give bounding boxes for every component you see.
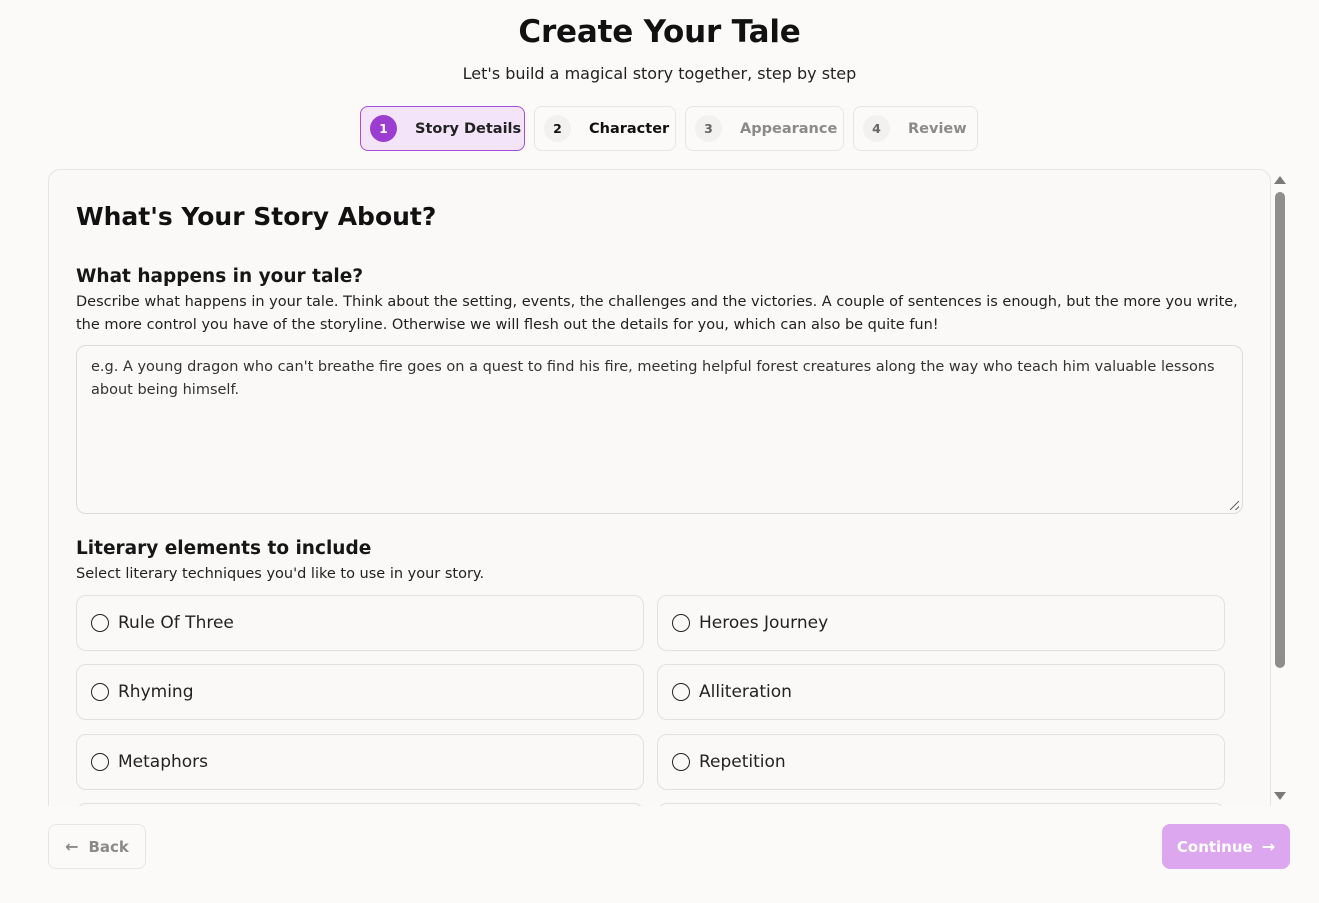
option-label: Repetition: [699, 752, 786, 772]
literary-section-description: Select literary techniques you'd like to…: [76, 566, 485, 582]
option-rhyming[interactable]: Rhyming: [76, 664, 644, 720]
step-number: 3: [695, 115, 722, 142]
continue-button-label: Continue: [1176, 837, 1253, 856]
option-rule-of-three[interactable]: Rule Of Three: [76, 595, 644, 651]
option-label: Rule Of Three: [118, 613, 234, 633]
page-subtitle: Let's build a magical story together, st…: [462, 64, 857, 83]
back-button[interactable]: ← Back: [48, 824, 146, 869]
step-label: Story Details: [415, 120, 522, 137]
scroll-down-icon[interactable]: [1274, 792, 1286, 800]
story-section-description: Describe what happens in your tale. Thin…: [76, 294, 1238, 333]
option-label: Metaphors: [118, 752, 209, 772]
continue-button[interactable]: Continue →: [1162, 824, 1290, 869]
story-section-title: What happens in your tale?: [76, 266, 364, 287]
card-heading: What's Your Story About?: [76, 202, 437, 231]
page: Create Your Tale Let's build a magical s…: [0, 0, 1319, 903]
step-review[interactable]: 4 Review: [853, 106, 978, 151]
step-label: Review: [908, 120, 967, 137]
scroll-thumb[interactable]: [1275, 192, 1285, 668]
radio-icon[interactable]: [672, 683, 690, 701]
option-metaphors[interactable]: Metaphors: [76, 734, 644, 790]
step-label: Appearance: [740, 120, 838, 137]
option-partial[interactable]: [76, 803, 644, 806]
scrollbar[interactable]: [1272, 172, 1288, 804]
option-label: Alliteration: [699, 682, 792, 702]
back-button-label: Back: [88, 837, 129, 856]
option-label: Rhyming: [118, 682, 194, 702]
radio-icon[interactable]: [672, 614, 690, 632]
step-appearance[interactable]: 3 Appearance: [685, 106, 844, 151]
option-alliteration[interactable]: Alliteration: [657, 664, 1225, 720]
radio-icon[interactable]: [91, 614, 109, 632]
option-partial[interactable]: [657, 803, 1225, 806]
radio-icon[interactable]: [91, 683, 109, 701]
option-repetition[interactable]: Repetition: [657, 734, 1225, 790]
radio-icon[interactable]: [91, 753, 109, 771]
scroll-up-icon[interactable]: [1274, 176, 1286, 184]
step-number: 4: [863, 115, 890, 142]
step-number: 1: [370, 115, 397, 142]
arrow-right-icon: →: [1261, 837, 1276, 856]
literary-section-title: Literary elements to include: [76, 538, 372, 559]
option-label: Heroes Journey: [699, 613, 829, 633]
step-story-details[interactable]: 1 Story Details: [360, 106, 525, 151]
resize-handle-icon[interactable]: [1230, 501, 1239, 510]
arrow-left-icon: ←: [65, 837, 79, 856]
story-details-card: What's Your Story About? What happens in…: [48, 169, 1271, 806]
page-title: Create Your Tale: [518, 14, 801, 50]
step-character[interactable]: 2 Character: [534, 106, 676, 151]
story-textarea[interactable]: e.g. A young dragon who can't breathe fi…: [76, 345, 1243, 514]
story-textarea-placeholder: e.g. A young dragon who can't breathe fi…: [91, 359, 1215, 398]
option-heroes-journey[interactable]: Heroes Journey: [657, 595, 1225, 651]
radio-icon[interactable]: [672, 753, 690, 771]
step-label: Character: [589, 120, 670, 137]
step-number: 2: [544, 115, 571, 142]
